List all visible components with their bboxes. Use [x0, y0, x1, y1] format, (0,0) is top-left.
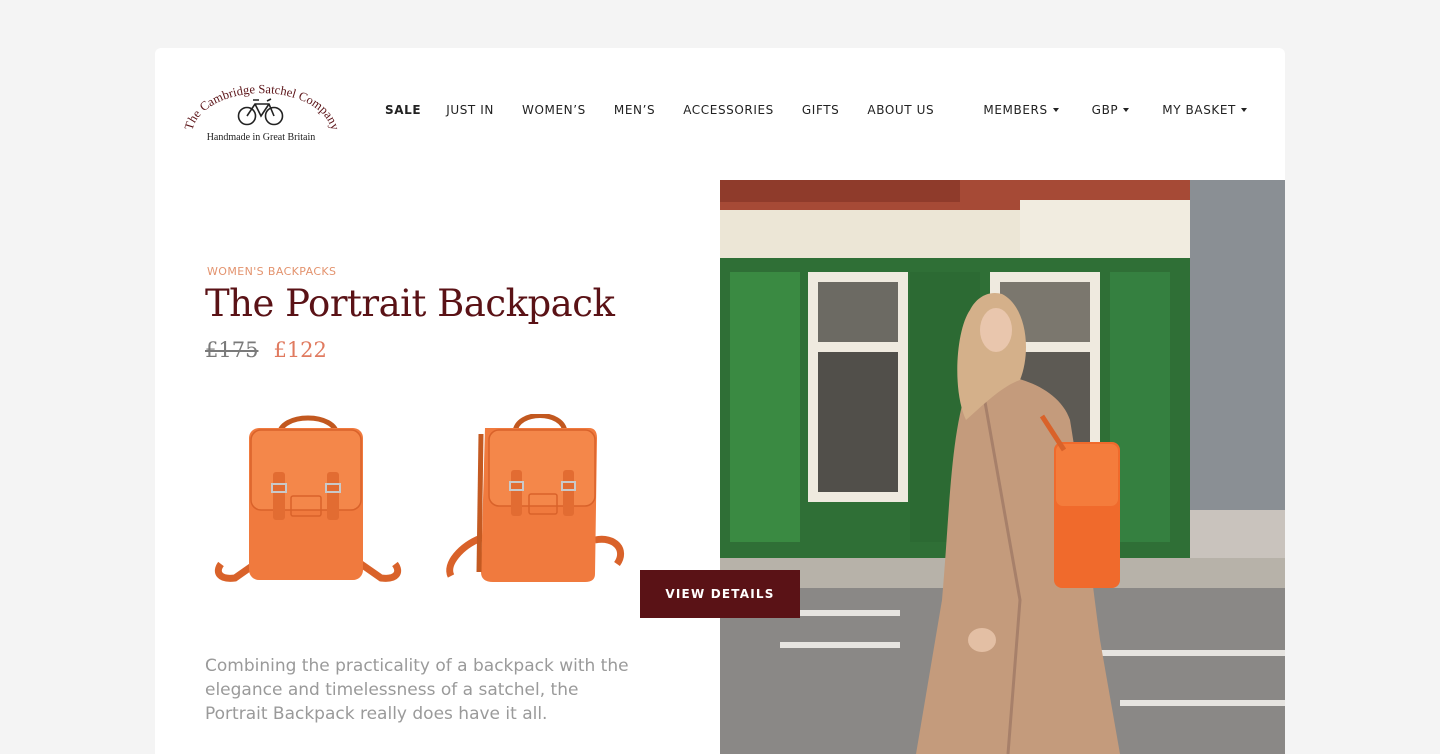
bicycle-icon — [237, 98, 284, 126]
hero-photo[interactable] — [720, 180, 1285, 754]
original-price: £175 — [205, 338, 259, 362]
utility-nav: MEMBERS GBP MY BASKET — [983, 103, 1247, 117]
svg-text:The Cambridge Satchel Company: The Cambridge Satchel Company — [183, 82, 339, 132]
nav-item-accessories[interactable]: ACCESSORIES — [683, 103, 774, 117]
nav-item-just-in[interactable]: JUST IN — [446, 103, 494, 117]
product-category[interactable]: WOMEN'S BACKPACKS — [207, 265, 336, 278]
basket-dropdown[interactable]: MY BASKET — [1162, 103, 1247, 117]
brand-logo[interactable]: The Cambridge Satchel Company Handmade i… — [183, 76, 339, 148]
caret-down-icon — [1052, 108, 1059, 112]
sale-price: £122 — [273, 338, 327, 362]
brand-name: The Cambridge Satchel Company — [183, 82, 339, 132]
price-block: £175 £122 — [205, 338, 327, 362]
nav-item-gifts[interactable]: GIFTS — [802, 103, 839, 117]
nav-item-sale[interactable]: SALE — [385, 103, 421, 117]
currency-dropdown[interactable]: GBP — [1092, 103, 1130, 117]
members-dropdown[interactable]: MEMBERS — [983, 103, 1059, 117]
nav-item-about-us[interactable]: ABOUT US — [867, 103, 934, 117]
brand-tagline: Handmade in Great Britain — [206, 132, 316, 143]
page-card: The Cambridge Satchel Company Handmade i… — [155, 48, 1285, 754]
product-title[interactable]: The Portrait Backpack — [205, 282, 615, 325]
caret-down-icon — [1241, 108, 1247, 112]
product-image-angle[interactable] — [445, 414, 635, 584]
view-details-button[interactable]: VIEW DETAILS — [640, 570, 800, 618]
currency-label: GBP — [1091, 103, 1119, 117]
nav-item-mens[interactable]: MEN’S — [614, 103, 655, 117]
caret-down-icon — [1123, 108, 1130, 112]
product-description: Combining the practicality of a backpack… — [205, 656, 629, 724]
main-nav: SALE JUST IN WOMEN’S MEN’S ACCESSORIES G… — [385, 103, 962, 117]
basket-label: MY BASKET — [1162, 103, 1236, 117]
members-label: MEMBERS — [983, 103, 1048, 117]
nav-item-womens[interactable]: WOMEN’S — [522, 103, 586, 117]
product-image-front[interactable] — [213, 414, 403, 584]
